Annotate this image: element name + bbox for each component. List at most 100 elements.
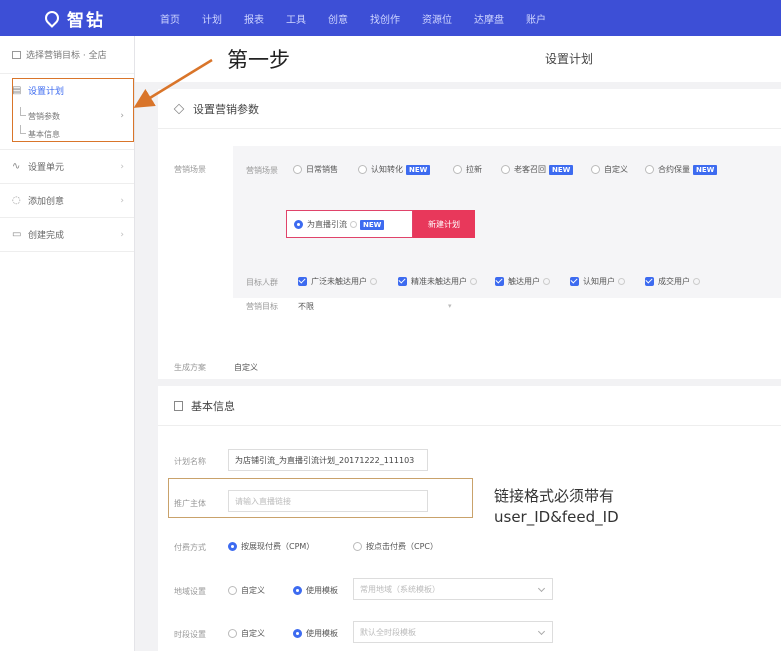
plan-name-input[interactable]: 为店铺引流_为直播引流计划_20171222_111103: [228, 449, 428, 471]
checkbox-checked-icon: [298, 277, 307, 286]
nav-item-find-creator[interactable]: 找创作: [370, 11, 400, 26]
new-badge: NEW: [693, 164, 718, 175]
audience-check-aware[interactable]: 认知用户: [570, 276, 625, 287]
scene-option-custom[interactable]: 自定义: [591, 164, 628, 175]
option-label: 按展现付费（CPM）: [241, 542, 315, 551]
scene-option-recall[interactable]: 老客召回 NEW: [501, 164, 574, 175]
card-title: 设置营销参数: [193, 102, 259, 116]
new-plan-button[interactable]: 新建计划: [413, 210, 475, 238]
nav-item-resources[interactable]: 资源位: [422, 11, 452, 26]
main-nav: 首页 计划 报表 工具 创意 找创作 资源位 达摩盘 账户: [160, 11, 568, 26]
promo-subject-label: 推广主体: [174, 499, 206, 508]
radio-checked-icon: [228, 542, 237, 551]
option-label: 使用模板: [306, 586, 338, 595]
radio-checked-icon: [293, 586, 302, 595]
option-label: 为直播引流: [307, 220, 347, 229]
sidebar-group-unit: ∿ 设置单元 ›: [0, 150, 134, 184]
sidebar-item-label: 设置单元: [28, 163, 65, 173]
scene-option-live-stream[interactable]: 为直播引流 NEW: [294, 219, 385, 230]
page-header: 第一步 设置计划: [135, 36, 781, 82]
select-value: 常用地域（系统模板）: [360, 584, 440, 594]
url-format-note: 链接格式必须带有 user_ID&feed_ID: [494, 486, 619, 528]
chevron-down-icon: [537, 584, 546, 593]
region-option-template[interactable]: 使用模板: [293, 585, 338, 596]
method-value: 自定义: [234, 363, 258, 372]
audience-check-broad[interactable]: 广泛未触达用户: [298, 276, 377, 287]
region-label: 地域设置: [174, 587, 206, 596]
option-label: 日常销售: [306, 165, 338, 174]
radio-icon: [228, 629, 237, 638]
sidebar-item-finish[interactable]: ▭ 创建完成 ›: [0, 218, 134, 251]
option-label: 广泛未触达用户: [311, 277, 367, 286]
audience-check-converted[interactable]: 成交用户: [645, 276, 700, 287]
target-icon: [12, 50, 21, 59]
nav-item-home[interactable]: 首页: [160, 11, 180, 26]
radio-icon: [453, 165, 462, 174]
section-label: 营销场景: [174, 165, 206, 174]
option-label: 触达用户: [508, 277, 540, 286]
bid-option-cpc[interactable]: 按点击付费（CPC）: [353, 541, 438, 552]
nav-item-plan[interactable]: 计划: [202, 11, 222, 26]
new-badge: NEW: [406, 164, 431, 175]
bid-option-cpm[interactable]: 按展现付费（CPM）: [228, 541, 314, 552]
scene-option-daily[interactable]: 日常销售: [293, 164, 338, 175]
pulse-icon: ∿: [12, 160, 21, 172]
top-nav-bar: 智钻 首页 计划 报表 工具 创意 找创作 资源位 达摩盘 账户: [0, 0, 781, 36]
option-label: 自定义: [241, 586, 265, 595]
nav-item-damopan[interactable]: 达摩盘: [474, 11, 504, 26]
bulb-icon: ◌: [12, 194, 21, 206]
option-label: 自定义: [241, 629, 265, 638]
live-url-input[interactable]: 请输入直播链接: [228, 490, 428, 512]
layers-icon: [173, 103, 185, 114]
nav-item-creative[interactable]: 创意: [328, 11, 348, 26]
scene-option-contract[interactable]: 合约保量 NEW: [645, 164, 718, 175]
option-label: 精准未触达用户: [411, 277, 467, 286]
help-icon: [370, 278, 377, 285]
help-icon: [543, 278, 550, 285]
nav-item-account[interactable]: 账户: [526, 11, 546, 26]
help-icon: [693, 278, 700, 285]
logo-pin-icon: [42, 8, 62, 28]
step-annotation: 第一步: [227, 48, 290, 72]
checkbox-checked-icon: [570, 277, 579, 286]
audience-check-reached[interactable]: 触达用户: [495, 276, 550, 287]
time-option-template[interactable]: 使用模板: [293, 628, 338, 639]
time-template-select[interactable]: 默认全时段模板: [353, 621, 553, 643]
sidebar-group-done: ▭ 创建完成 ›: [0, 218, 134, 252]
annotation-highlight-box: [12, 78, 134, 142]
nav-item-report[interactable]: 报表: [244, 11, 264, 26]
card-title: 基本信息: [191, 399, 235, 413]
scene-option-acquire[interactable]: 拉新: [453, 164, 482, 175]
nav-item-tools[interactable]: 工具: [286, 11, 306, 26]
marketing-params-card: 设置营销参数 营销场景 营销场景 日常销售 认知转化 NEW 拉新 老客召回 NEW…: [158, 89, 781, 379]
basic-info-card: 基本信息 计划名称 为店铺引流_为直播引流计划_20171222_111103 …: [158, 386, 781, 651]
radio-icon: [228, 586, 237, 595]
radio-icon: [591, 165, 600, 174]
chevron-right-icon: ›: [120, 161, 124, 172]
logo-text: 智钻: [67, 10, 105, 31]
select-value: 默认全时段模板: [360, 627, 416, 637]
app-logo[interactable]: 智钻: [0, 6, 150, 31]
option-label: 按点击付费（CPC）: [366, 542, 438, 551]
sidebar-group-creative: ◌ 添加创意 ›: [0, 184, 134, 218]
scene-option-awareness[interactable]: 认知转化 NEW: [358, 164, 431, 175]
region-template-select[interactable]: 常用地域（系统模板）: [353, 578, 553, 600]
option-label: 拉新: [466, 165, 482, 174]
chevron-down-icon: ▾: [448, 302, 452, 310]
option-label: 成交用户: [658, 277, 690, 286]
goal-value: 不限: [298, 302, 314, 311]
audience-check-precise[interactable]: 精准未触达用户: [398, 276, 477, 287]
option-label: 认知转化: [371, 165, 403, 174]
help-icon: [470, 278, 477, 285]
option-label: 老客召回: [514, 165, 546, 174]
sidebar-target-label: 选择营销目标 · 全店: [26, 51, 107, 61]
goal-label: 营销目标: [246, 302, 278, 311]
goal-select[interactable]: 不限 ▾: [298, 301, 458, 312]
flag-icon: ▭: [12, 228, 22, 240]
sidebar-item-add-creative[interactable]: ◌ 添加创意 ›: [0, 184, 134, 217]
sidebar-item-set-unit[interactable]: ∿ 设置单元 ›: [0, 150, 134, 183]
radio-icon: [501, 165, 510, 174]
sidebar-marketing-target[interactable]: 选择营销目标 · 全店: [0, 36, 134, 74]
time-option-custom[interactable]: 自定义: [228, 628, 265, 639]
region-option-custom[interactable]: 自定义: [228, 585, 265, 596]
